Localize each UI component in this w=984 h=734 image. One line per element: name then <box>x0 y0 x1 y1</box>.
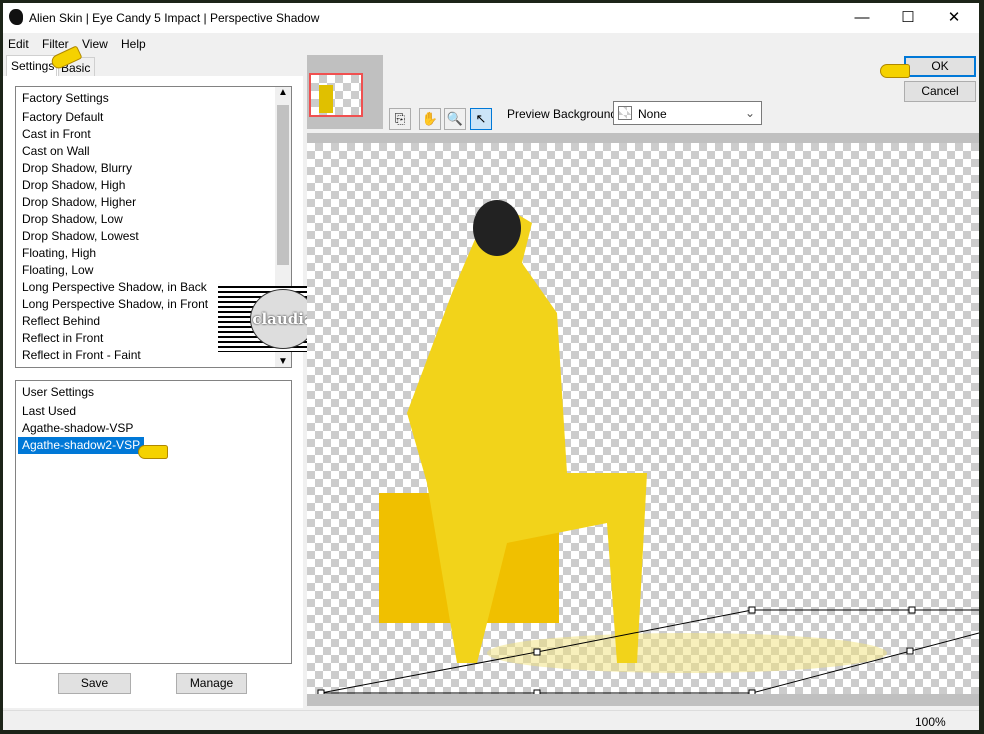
title-bar: Alien Skin | Eye Candy 5 Impact | Perspe… <box>3 3 979 33</box>
shadow <box>487 633 887 673</box>
status-bar: 100% <box>3 710 979 730</box>
select-value: None <box>638 107 667 121</box>
list-item[interactable]: Cast in Front <box>16 126 291 143</box>
user-settings-list[interactable]: User Settings Last Used Agathe-shadow-VS… <box>15 380 292 664</box>
swatch-icon <box>618 106 632 120</box>
zoom-tool-icon[interactable]: 🔍 <box>444 108 466 130</box>
list-item[interactable]: Floating, High <box>16 245 291 262</box>
zoom-level: 100% <box>915 715 946 729</box>
scroll-thumb[interactable] <box>277 105 289 265</box>
list-item[interactable]: Floating, Low <box>16 262 291 279</box>
pointing-hand-icon <box>880 64 910 78</box>
list-item[interactable]: Drop Shadow, Blurry <box>16 160 291 177</box>
list-header: Factory Settings <box>22 91 109 105</box>
menu-bar: Edit Filter View Help <box>3 34 979 54</box>
preview-image <box>317 200 979 694</box>
list-item[interactable]: Drop Shadow, High <box>16 177 291 194</box>
arrow-tool-icon[interactable]: ↖ <box>470 108 492 130</box>
list-item[interactable]: Drop Shadow, Low <box>16 211 291 228</box>
list-item[interactable]: Drop Shadow, Lowest <box>16 228 291 245</box>
list-item[interactable]: Factory Default <box>16 109 291 126</box>
navigator-thumbnail[interactable] <box>309 73 363 117</box>
hand-tool-icon[interactable]: ✋ <box>419 108 441 130</box>
maximize-button[interactable]: ☐ <box>885 3 931 33</box>
minimize-button[interactable]: — <box>839 3 885 33</box>
save-button[interactable]: Save <box>58 673 131 694</box>
preview-canvas[interactable] <box>307 133 979 706</box>
list-item[interactable]: Agathe-shadow-VSP <box>16 420 291 437</box>
scroll-down-icon[interactable]: ▼ <box>275 356 291 367</box>
eye-candy-window: Alien Skin | Eye Candy 5 Impact | Perspe… <box>3 3 979 730</box>
scroll-up-icon[interactable]: ▲ <box>275 87 291 98</box>
preview-background-select[interactable]: None ⌄ <box>613 101 762 125</box>
ok-button[interactable]: OK <box>904 56 976 77</box>
figure-hair <box>473 200 521 256</box>
cancel-button[interactable]: Cancel <box>904 81 976 102</box>
menu-edit[interactable]: Edit <box>8 37 29 51</box>
navigator-panel <box>307 55 383 129</box>
window-title: Alien Skin | Eye Candy 5 Impact | Perspe… <box>29 11 320 25</box>
menu-help[interactable]: Help <box>121 37 146 51</box>
preview-tool-icon[interactable]: ⎘ <box>389 108 411 130</box>
menu-view[interactable]: View <box>82 37 108 51</box>
list-item[interactable]: Drop Shadow, Higher <box>16 194 291 211</box>
list-item[interactable]: Last Used <box>16 403 291 420</box>
settings-panel: Factory Settings Factory Default Cast in … <box>3 76 303 708</box>
manage-button[interactable]: Manage <box>176 673 247 694</box>
app-icon <box>9 9 23 25</box>
preview-background-label: Preview Background: <box>507 107 621 121</box>
pointing-hand-icon <box>138 445 168 459</box>
list-header: User Settings <box>22 385 95 399</box>
list-item[interactable]: Cast on Wall <box>16 143 291 160</box>
close-button[interactable]: ✕ <box>931 3 977 33</box>
chevron-down-icon: ⌄ <box>744 106 755 120</box>
menu-filter[interactable]: Filter <box>42 37 69 51</box>
thumbnail-figure <box>319 85 333 113</box>
